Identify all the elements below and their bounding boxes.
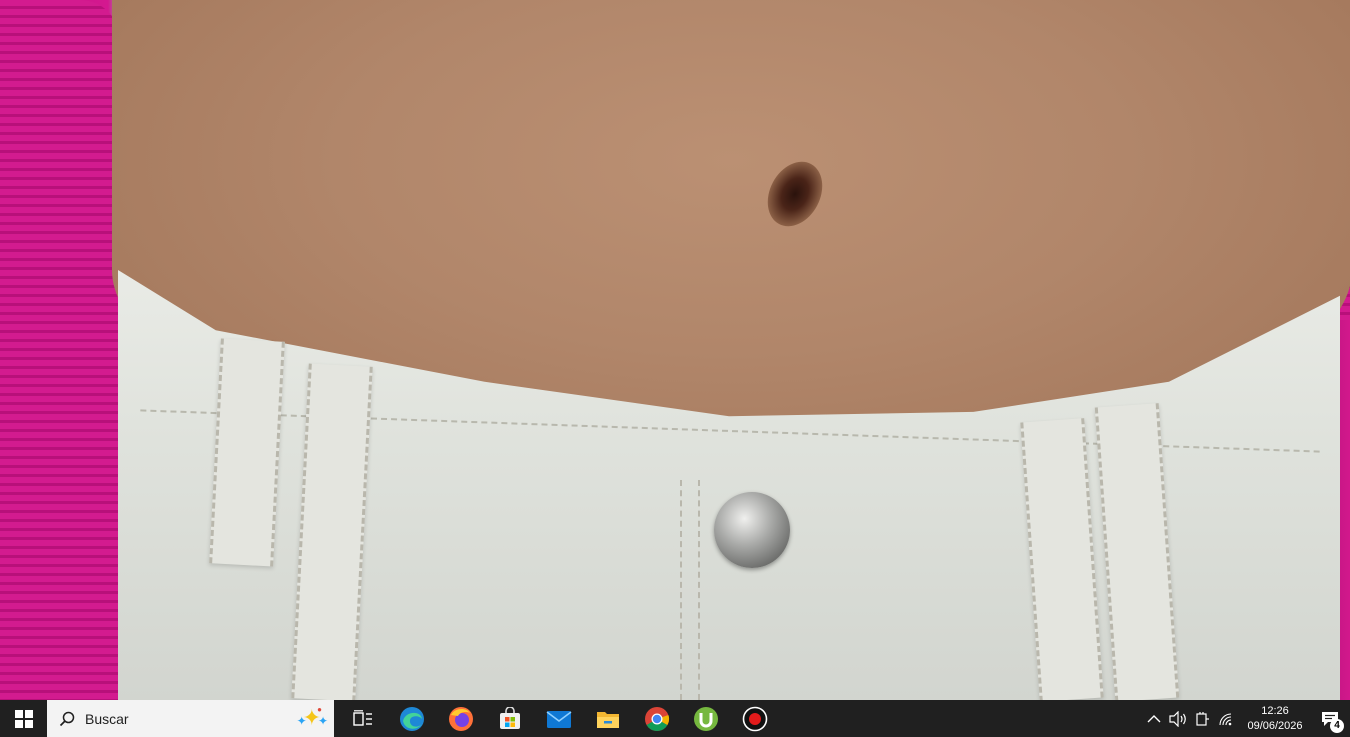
utorrent-icon bbox=[693, 706, 718, 731]
start-button[interactable] bbox=[0, 700, 47, 737]
task-view-button[interactable] bbox=[338, 700, 387, 737]
pants-button bbox=[714, 492, 790, 568]
search-icon bbox=[59, 711, 75, 726]
clock-date: 09/06/2026 bbox=[1247, 719, 1303, 732]
task-view-icon bbox=[352, 709, 372, 726]
power-button[interactable] bbox=[1190, 700, 1214, 737]
edge-button[interactable] bbox=[387, 700, 436, 737]
notification-count-badge: 4 bbox=[1330, 719, 1344, 733]
recorder-button[interactable] bbox=[730, 700, 779, 737]
firefox-button[interactable] bbox=[436, 700, 485, 737]
utorrent-button[interactable] bbox=[681, 700, 730, 737]
mail-icon bbox=[546, 710, 571, 728]
file-explorer-button[interactable] bbox=[583, 700, 632, 737]
firefox-icon bbox=[448, 706, 473, 731]
photo-viewer-image bbox=[0, 0, 1350, 700]
search-box[interactable]: Buscar ✦✦●✦ bbox=[47, 700, 334, 737]
taskbar: Buscar ✦✦●✦ 12:26 09/06/2026 4 bbox=[0, 700, 1350, 737]
clock[interactable]: 12:26 09/06/2026 bbox=[1240, 704, 1310, 734]
belt-loop bbox=[209, 338, 285, 567]
clock-time: 12:26 bbox=[1261, 704, 1289, 717]
pinned-apps bbox=[338, 700, 779, 737]
pink-sleeve-left bbox=[0, 0, 120, 700]
fly-seam bbox=[680, 480, 700, 700]
wifi-icon bbox=[1219, 712, 1232, 725]
notification-center-button[interactable]: 4 bbox=[1310, 700, 1350, 737]
mail-button[interactable] bbox=[534, 700, 583, 737]
windows-icon bbox=[14, 709, 33, 728]
search-placeholder: Buscar bbox=[85, 710, 129, 727]
system-tray: 12:26 09/06/2026 4 bbox=[1142, 700, 1350, 737]
show-hidden-icons-button[interactable] bbox=[1142, 700, 1166, 737]
volume-button[interactable] bbox=[1166, 700, 1190, 737]
chrome-icon bbox=[644, 706, 669, 731]
chrome-button[interactable] bbox=[632, 700, 681, 737]
microsoft-store-icon bbox=[499, 706, 520, 729]
screen-recorder-icon bbox=[742, 706, 767, 731]
store-button[interactable] bbox=[485, 700, 534, 737]
speaker-icon bbox=[1169, 710, 1186, 727]
copilot-sparkle-icon: ✦✦●✦ bbox=[296, 705, 328, 730]
battery-plug-icon bbox=[1196, 711, 1209, 726]
edge-icon bbox=[399, 706, 424, 731]
chevron-up-icon bbox=[1147, 714, 1161, 722]
file-explorer-icon bbox=[596, 711, 619, 728]
network-button[interactable] bbox=[1214, 700, 1238, 737]
